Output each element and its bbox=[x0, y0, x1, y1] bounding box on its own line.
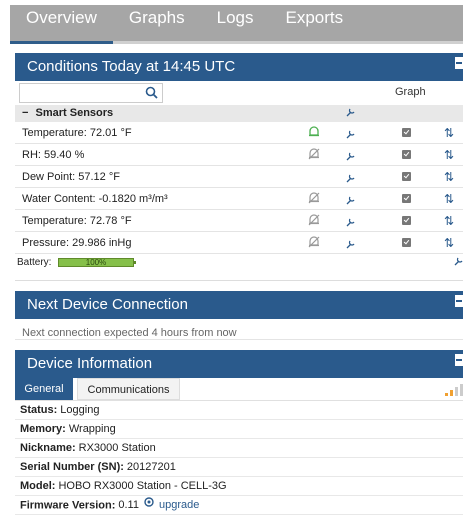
filter-row: Graph bbox=[15, 81, 463, 105]
device-info-tabs: General Communications bbox=[15, 378, 463, 401]
info-value: 20127201 bbox=[126, 461, 176, 473]
info-label: Nickname: bbox=[20, 442, 76, 454]
next-connection-header: Next Device Connection bbox=[15, 291, 463, 319]
tab-logs[interactable]: Logs bbox=[201, 5, 270, 41]
collapse-button[interactable] bbox=[455, 57, 463, 69]
sensor-row: Pressure: 29.986 inHg ⇅ bbox=[15, 232, 463, 254]
graph-column-header: Graph bbox=[395, 86, 426, 98]
sensor-reading: Dew Point: 57.12 °F bbox=[22, 171, 120, 183]
next-connection-title: Next Device Connection bbox=[27, 296, 188, 313]
info-label: Serial Number (SN): bbox=[20, 461, 124, 473]
battery-percent: 100% bbox=[85, 258, 107, 267]
reorder-arrows-icon[interactable]: ⇅ bbox=[444, 144, 454, 166]
info-row: Status: Logging bbox=[15, 401, 463, 420]
sensor-row: Temperature: 72.01 °F ⇅ bbox=[15, 122, 463, 144]
next-connection-panel: Next Device Connection Next connection e… bbox=[15, 291, 463, 340]
info-value: Wrapping bbox=[68, 423, 116, 435]
battery-row: Battery: 100% bbox=[15, 254, 463, 272]
info-label: Status: bbox=[20, 404, 58, 416]
reorder-arrows-icon[interactable]: ⇅ bbox=[444, 232, 454, 254]
info-row: Memory: Wrapping bbox=[15, 420, 463, 439]
graph-checkbox[interactable] bbox=[402, 128, 411, 137]
group-row-smart-sensors[interactable]: − Smart Sensors bbox=[15, 105, 463, 122]
sensor-row: Temperature: 72.78 °F ⇅ bbox=[15, 210, 463, 232]
info-label: Model: bbox=[20, 480, 56, 492]
info-row: Model: HOBO RX3000 Station - CELL-3G bbox=[15, 477, 463, 496]
group-label: Smart Sensors bbox=[35, 107, 114, 119]
battery-tip bbox=[134, 261, 136, 264]
tab-general[interactable]: General bbox=[15, 378, 73, 400]
info-label: Firmware Version: bbox=[20, 499, 116, 512]
reorder-arrows-icon[interactable]: ⇅ bbox=[444, 188, 454, 210]
sensor-row: Water Content: -0.1820 m³/m³ ⇅ bbox=[15, 188, 463, 210]
graph-checkbox[interactable] bbox=[402, 172, 411, 181]
wrench-icon[interactable] bbox=[453, 256, 463, 274]
reorder-arrows-icon[interactable]: ⇅ bbox=[444, 122, 454, 144]
sensor-reading: RH: 59.40 % bbox=[22, 149, 85, 161]
info-label: Memory: bbox=[20, 423, 66, 435]
sensor-reading: Pressure: 29.986 inHg bbox=[22, 237, 132, 249]
reorder-arrows-icon[interactable]: ⇅ bbox=[444, 210, 454, 232]
graph-checkbox[interactable] bbox=[402, 150, 411, 159]
info-value: 0.11 bbox=[118, 499, 139, 512]
sensor-row: RH: 59.40 % ⇅ bbox=[15, 144, 463, 166]
conditions-panel: Conditions Today at 14:45 UTC Graph − Sm… bbox=[15, 53, 463, 281]
graph-checkbox[interactable] bbox=[402, 216, 411, 225]
battery-label: Battery: bbox=[17, 257, 52, 268]
signal-strength-icon bbox=[445, 383, 463, 401]
sensor-reading: Water Content: -0.1820 m³/m³ bbox=[22, 193, 168, 205]
upgrade-link[interactable]: upgrade bbox=[159, 499, 199, 511]
battery-bar: 100% bbox=[58, 258, 134, 267]
conditions-header: Conditions Today at 14:45 UTC bbox=[15, 53, 463, 81]
info-row: Firmware Version: 0.11 upgrade bbox=[15, 496, 463, 515]
sensor-reading: Temperature: 72.01 °F bbox=[22, 127, 132, 139]
device-info-header: Device Information bbox=[15, 350, 463, 378]
info-value: HOBO RX3000 Station - CELL-3G bbox=[58, 480, 227, 492]
collapse-group-icon[interactable]: − bbox=[22, 107, 28, 119]
collapse-button[interactable] bbox=[455, 354, 463, 366]
tab-overview[interactable]: Overview bbox=[10, 5, 113, 44]
info-value: Logging bbox=[60, 404, 100, 416]
top-nav: Overview Graphs Logs Exports bbox=[10, 5, 463, 44]
tab-graphs[interactable]: Graphs bbox=[113, 5, 201, 41]
reorder-arrows-icon[interactable]: ⇅ bbox=[444, 166, 454, 188]
graph-checkbox[interactable] bbox=[402, 238, 411, 247]
conditions-title: Conditions Today at 14:45 UTC bbox=[27, 58, 236, 75]
graph-checkbox[interactable] bbox=[402, 194, 411, 203]
tab-communications[interactable]: Communications bbox=[77, 378, 180, 400]
sensor-row: Dew Point: 57.12 °F ⇅ bbox=[15, 166, 463, 188]
next-connection-text: Next connection expected 4 hours from no… bbox=[22, 327, 237, 339]
device-info-panel: Device Information General Communication… bbox=[15, 350, 463, 521]
collapse-button[interactable] bbox=[455, 295, 463, 307]
tab-exports[interactable]: Exports bbox=[269, 5, 359, 41]
search-input[interactable] bbox=[19, 83, 163, 103]
info-row: Serial Number (SN): 20127201 bbox=[15, 458, 463, 477]
sensor-reading: Temperature: 72.78 °F bbox=[22, 215, 132, 227]
info-row: Nickname: RX3000 Station bbox=[15, 439, 463, 458]
search-icon[interactable] bbox=[145, 86, 158, 104]
firmware-icon[interactable] bbox=[143, 496, 155, 515]
info-value: RX3000 Station bbox=[78, 442, 156, 454]
device-info-title: Device Information bbox=[27, 355, 153, 372]
